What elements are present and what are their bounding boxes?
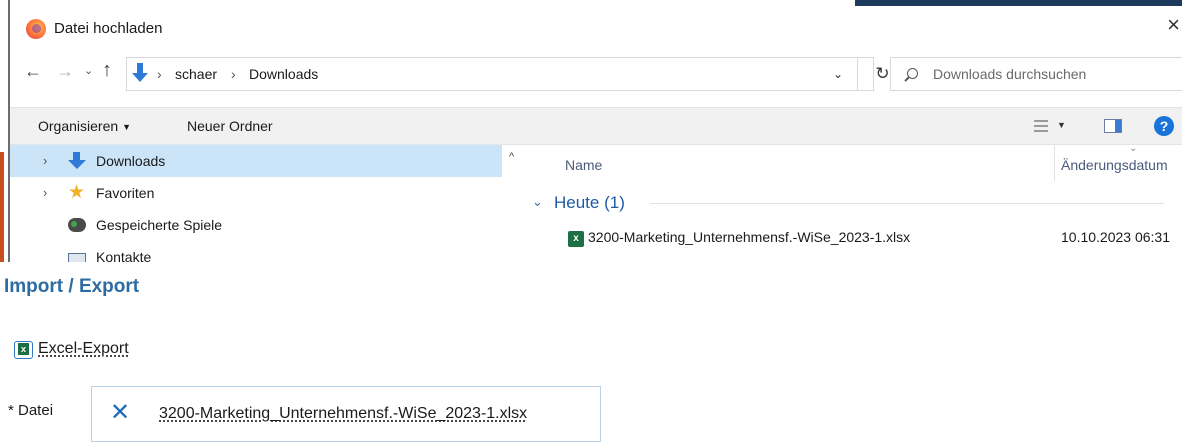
selected-file-link[interactable]: 3200-Marketing_Unternehmensf.-WiSe_2023-…: [159, 405, 527, 423]
dialog-title: Datei hochladen: [54, 20, 163, 37]
nav-item-downloads[interactable]: › Downloads: [10, 145, 502, 177]
breadcrumb-separator: ›: [157, 66, 162, 82]
breadcrumb-item-user[interactable]: schaer: [175, 66, 217, 82]
breadcrumb-item-downloads[interactable]: Downloads: [249, 66, 318, 82]
column-header-date[interactable]: Änderungsdatum: [1061, 157, 1168, 173]
search-placeholder: Downloads durchsuchen: [933, 66, 1087, 82]
organize-label: Organisieren: [38, 118, 119, 134]
breadcrumb-separator: ›: [231, 66, 236, 82]
nav-item-favorites[interactable]: › ★ Favoriten: [10, 177, 502, 209]
caret-down-icon: ▼: [122, 122, 132, 132]
recent-locations-chevron-icon[interactable]: ⌄: [84, 66, 93, 77]
remove-file-icon[interactable]: ✕: [110, 401, 130, 425]
address-dropdown-chevron-icon[interactable]: ⌄: [833, 67, 843, 81]
organize-menu-button[interactable]: Organisieren ▼: [38, 118, 131, 134]
search-input[interactable]: Downloads durchsuchen: [890, 57, 1182, 91]
address-bar[interactable]: › schaer › Downloads ⌄ ↻: [126, 57, 890, 91]
nav-item-label: Kontakte: [96, 249, 152, 262]
file-upload-dialog: Datei hochladen × ← → ⌄ ↑ › schaer › Dow…: [0, 0, 1182, 262]
file-field-label: * Datei: [8, 402, 54, 419]
sort-chevron-icon: ⌄: [1129, 145, 1138, 154]
close-icon[interactable]: ×: [1167, 14, 1180, 36]
excel-icon: [14, 341, 33, 359]
download-folder-icon: [68, 152, 86, 170]
scroll-up-arrow-icon[interactable]: ^: [509, 151, 514, 163]
file-modified-date: 10.10.2023 06:31: [1061, 229, 1170, 245]
section-title: Import / Export: [4, 276, 140, 297]
group-collapse-chevron-icon[interactable]: ⌄: [532, 194, 543, 210]
nav-item-label: Downloads: [96, 153, 166, 169]
navigation-pane: › Downloads › ★ Favoriten Gespeicherte S…: [10, 145, 526, 262]
view-options-icon[interactable]: [1034, 120, 1048, 132]
group-divider: [650, 203, 1164, 204]
nav-item-label: Gespeicherte Spiele: [96, 217, 223, 233]
expand-chevron-icon[interactable]: ›: [43, 153, 47, 168]
nav-item-label: Favoriten: [96, 185, 155, 201]
downloads-arrow-icon: [132, 63, 148, 85]
forward-arrow-icon[interactable]: →: [56, 62, 74, 80]
address-row: ← → ⌄ ↑ › schaer › Downloads ⌄ ↻ Downloa…: [10, 52, 1182, 98]
firefox-logo-icon: [26, 19, 46, 39]
preview-pane-icon[interactable]: [1104, 119, 1122, 133]
back-arrow-icon[interactable]: ←: [24, 62, 42, 80]
game-controller-icon: [68, 218, 86, 232]
background-window-edge: [0, 152, 4, 262]
star-icon: ★: [68, 182, 86, 203]
command-toolbar: Organisieren ▼ Neuer Ordner ▼ ?: [10, 107, 1182, 145]
nav-item-contacts[interactable]: Kontakte: [10, 241, 502, 262]
excel-file-icon: x: [568, 231, 584, 247]
column-header-name[interactable]: Name: [565, 157, 602, 173]
dialog-titlebar: Datei hochladen ×: [10, 6, 1182, 52]
expand-chevron-icon[interactable]: ›: [43, 185, 47, 200]
nav-item-saved-games[interactable]: Gespeicherte Spiele: [10, 209, 502, 241]
group-header[interactable]: Heute (1): [554, 193, 625, 213]
view-options-caret-icon[interactable]: ▼: [1057, 120, 1066, 130]
help-icon[interactable]: ?: [1154, 116, 1174, 136]
up-arrow-icon[interactable]: ↑: [102, 60, 112, 80]
new-folder-button[interactable]: Neuer Ordner: [187, 118, 273, 134]
excel-export-label[interactable]: Excel-Export: [38, 340, 129, 358]
contacts-icon: [68, 253, 86, 262]
column-divider[interactable]: [1054, 145, 1055, 181]
search-icon: [907, 68, 918, 79]
file-name[interactable]: 3200-Marketing_Unternehmensf.-WiSe_2023-…: [588, 229, 910, 245]
file-list: Name ⌄ Änderungsdatum ⌄ Heute (1) x 3200…: [526, 145, 1182, 262]
file-upload-field[interactable]: ✕ 3200-Marketing_Unternehmensf.-WiSe_202…: [91, 386, 601, 442]
